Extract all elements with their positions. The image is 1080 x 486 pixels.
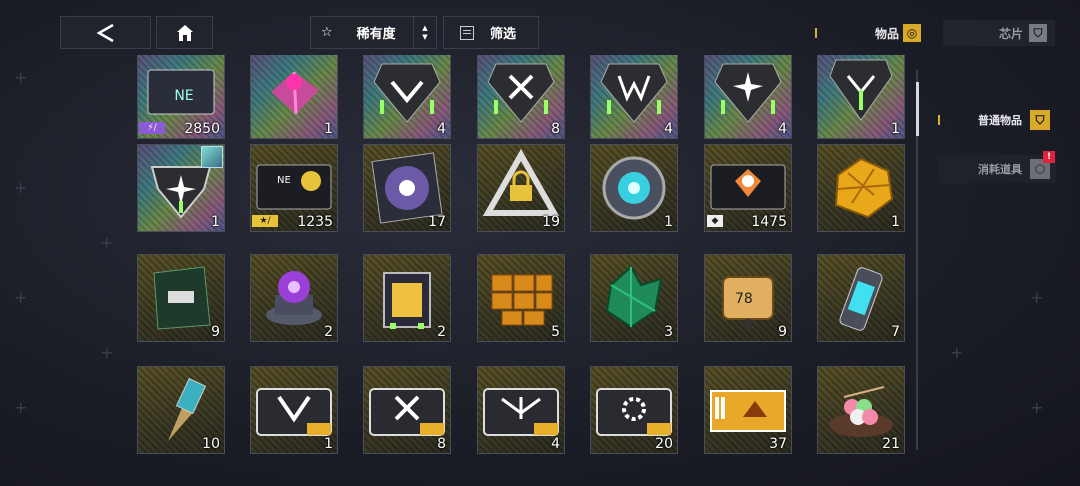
inventory-item[interactable]: 8 (477, 55, 565, 139)
inventory-item[interactable]: 4 (704, 55, 792, 139)
item-count: 5 (551, 324, 560, 340)
item-count: 1 (891, 214, 900, 230)
sidebar-item-label: 普通物品 (978, 114, 1022, 127)
tab-items-label: 物品 (874, 26, 899, 41)
inventory-item[interactable]: 7 (817, 254, 905, 342)
plus-decor-icon: + (1030, 288, 1044, 307)
item-count: 1 (324, 121, 333, 137)
item-count: 4 (778, 121, 787, 137)
sidebar-item-label: 消耗道具 (978, 163, 1022, 176)
item-type-tag: ★/ (252, 215, 278, 227)
sort-label: 稀有度 (356, 27, 396, 42)
item-count: 8 (437, 436, 446, 452)
plus-decor-icon: + (950, 343, 964, 362)
star-icon: ☆ (321, 25, 333, 40)
inventory-item[interactable]: 4 (477, 366, 565, 454)
item-count: 1 (211, 214, 220, 230)
item-count: 2 (324, 324, 333, 340)
item-count: 10 (202, 436, 220, 452)
tab-items[interactable]: 物品 ◎ (815, 20, 927, 46)
inventory-item[interactable]: 3 (590, 254, 678, 342)
inventory-item[interactable]: 17 (363, 144, 451, 232)
item-count: 17 (428, 214, 446, 230)
item-count: 1235 (297, 214, 333, 230)
inventory-item[interactable]: 5 (477, 254, 565, 342)
inventory-item[interactable]: 1 (137, 144, 225, 232)
item-count: 1475 (751, 214, 787, 230)
item-count: 9 (211, 324, 220, 340)
inventory-item[interactable]: 4 (590, 55, 678, 139)
inventory-item[interactable]: NE ⚡/ 2850 (137, 55, 225, 139)
item-count: 8 (551, 121, 560, 137)
inventory-item[interactable]: 1 (817, 55, 905, 139)
item-count: 2850 (184, 121, 220, 137)
tab-marker (815, 28, 817, 38)
sort-toggle-icon[interactable]: ▲ ▼ (413, 17, 436, 48)
inventory-item[interactable]: 21 (817, 366, 905, 454)
tab-marker (938, 115, 940, 125)
inventory-item[interactable]: 1 (250, 366, 338, 454)
home-button[interactable] (156, 16, 213, 49)
alert-badge: ! (1043, 151, 1055, 163)
inventory-item[interactable]: 37 (704, 366, 792, 454)
item-count: 20 (655, 436, 673, 452)
back-arrow-icon (95, 23, 114, 42)
item-count: 1 (324, 436, 333, 452)
item-count: 4 (437, 121, 446, 137)
svg-text:NE: NE (174, 88, 193, 104)
inventory-item[interactable]: 2 (250, 254, 338, 342)
items-icon: ◎ (903, 24, 921, 42)
inventory-item[interactable]: 1 (590, 144, 678, 232)
plus-decor-icon: + (14, 68, 28, 87)
item-count: 4 (551, 436, 560, 452)
plus-decor-icon: + (14, 178, 28, 197)
home-icon (176, 24, 193, 41)
inventory-item[interactable]: 19 (477, 144, 565, 232)
item-count: 21 (882, 436, 900, 452)
tab-chips-label: 芯片 (998, 26, 1023, 41)
item-type-tag: ⚡/ (139, 122, 165, 134)
scrollbar-thumb[interactable] (916, 82, 919, 136)
chip-icon: ⛉ (1029, 24, 1047, 42)
plus-decor-icon: + (14, 398, 28, 417)
plus-decor-icon: + (100, 233, 114, 252)
inventory-item[interactable]: ◆ 1475 (704, 144, 792, 232)
item-count: 1 (891, 121, 900, 137)
svg-text:78: 78 (735, 291, 753, 307)
svg-text:NE: NE (277, 175, 291, 186)
inventory-item[interactable]: 8 (363, 366, 451, 454)
item-count: 19 (542, 214, 560, 230)
inventory-item[interactable]: 78 9 (704, 254, 792, 342)
inventory-item[interactable]: 4 (363, 55, 451, 139)
inventory-item[interactable]: 10 (137, 366, 225, 454)
inventory-item[interactable]: NE ★/ 1235 (250, 144, 338, 232)
sidebar-item-normal-items[interactable]: 普通物品 ⛉ (938, 106, 1056, 134)
back-button[interactable] (60, 16, 151, 49)
item-count: 1 (664, 214, 673, 230)
character-thumbnail-icon (201, 146, 223, 168)
plus-decor-icon: + (100, 343, 114, 362)
inventory-item[interactable]: 20 (590, 366, 678, 454)
item-count: 9 (778, 324, 787, 340)
item-count: 2 (437, 324, 446, 340)
plus-decor-icon: + (1030, 398, 1044, 417)
item-type-tag: ◆ (707, 215, 723, 227)
sidebar-item-consumables[interactable]: 消耗道具 ⬡ ! (938, 151, 1056, 183)
item-grid: NE ⚡/2850 1 4 8 4 4 1 1 NE ★/1235 17 19 1 ◆ 1475 1 9 2 2 5 3 7… (130, 55, 910, 486)
filter-label: 筛选 (490, 27, 517, 42)
item-count: 3 (664, 324, 673, 340)
item-count: 4 (664, 121, 673, 137)
item-count: 37 (769, 436, 787, 452)
inventory-item[interactable]: 9 (137, 254, 225, 342)
sort-rarity-dropdown[interactable]: ☆ 稀有度 ▲ ▼ (310, 16, 437, 49)
normal-items-icon: ⛉ (1030, 110, 1050, 130)
tab-chips[interactable]: 芯片 ⛉ (943, 20, 1055, 46)
filter-button[interactable]: 筛选 (443, 16, 539, 49)
inventory-item[interactable]: 1 (250, 55, 338, 139)
plus-decor-icon: + (14, 288, 28, 307)
item-count: 7 (891, 324, 900, 340)
inventory-item[interactable]: 1 (817, 144, 905, 232)
filter-icon (460, 25, 474, 40)
inventory-item[interactable]: 2 (363, 254, 451, 342)
